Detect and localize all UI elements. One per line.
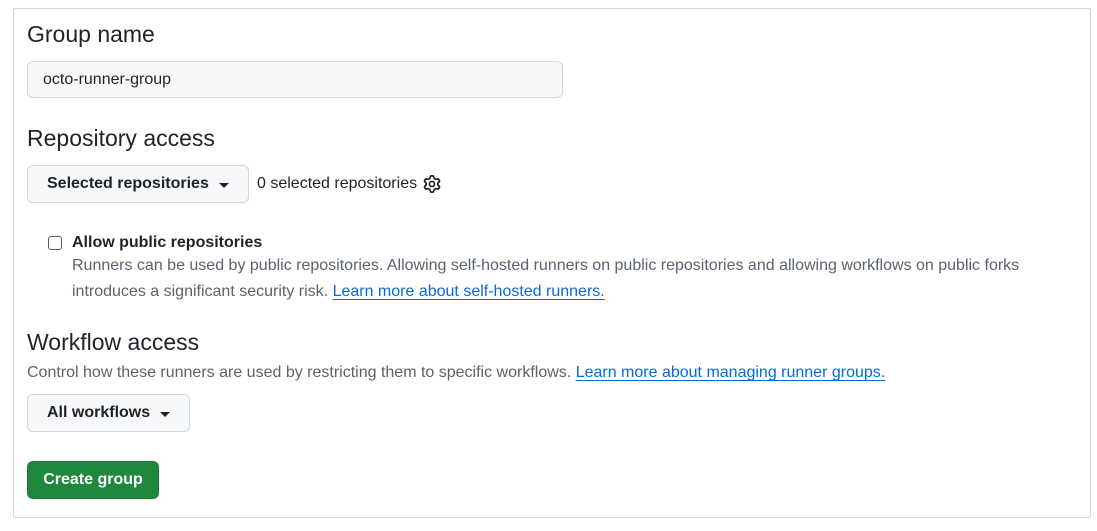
repository-access-dropdown-label: Selected repositories	[47, 175, 209, 192]
runner-group-form: Group name octo-runner-group Repository …	[13, 8, 1091, 518]
repository-access-heading: Repository access	[27, 125, 215, 151]
managing-runner-groups-link[interactable]: Learn more about managing runner groups.	[576, 364, 886, 381]
allow-public-help-line-2: introduces a significant security risk. …	[72, 283, 605, 301]
workflow-access-description-text: Control how these runners are used by re…	[27, 364, 572, 381]
workflow-access-dropdown[interactable]: All workflows	[27, 394, 191, 432]
caret-down-icon	[218, 182, 229, 188]
caret-down-icon	[160, 411, 171, 417]
repository-access-dropdown[interactable]: Selected repositories	[27, 165, 249, 203]
group-name-heading: Group name	[27, 21, 155, 47]
allow-public-repositories-label[interactable]: Allow public repositories	[72, 234, 262, 252]
workflow-access-dropdown-label: All workflows	[47, 404, 151, 421]
workflow-access-heading: Workflow access	[27, 329, 200, 355]
gear-icon[interactable]	[423, 175, 441, 193]
allow-public-repositories-checkbox[interactable]	[48, 236, 62, 250]
allow-public-help-line-1: Runners can be used by public repositori…	[72, 257, 1020, 274]
selected-repositories-count-text: 0 selected repositories	[257, 175, 418, 192]
self-hosted-runners-link[interactable]: Learn more about self-hosted runners.	[333, 283, 605, 300]
create-group-button[interactable]: Create group	[27, 461, 159, 499]
selected-repositories-count: 0 selected repositories	[257, 175, 441, 193]
allow-public-help-text: introduces a significant security risk.	[72, 283, 329, 300]
workflow-access-description: Control how these runners are used by re…	[27, 364, 885, 382]
group-name-input[interactable]: octo-runner-group	[27, 61, 563, 98]
